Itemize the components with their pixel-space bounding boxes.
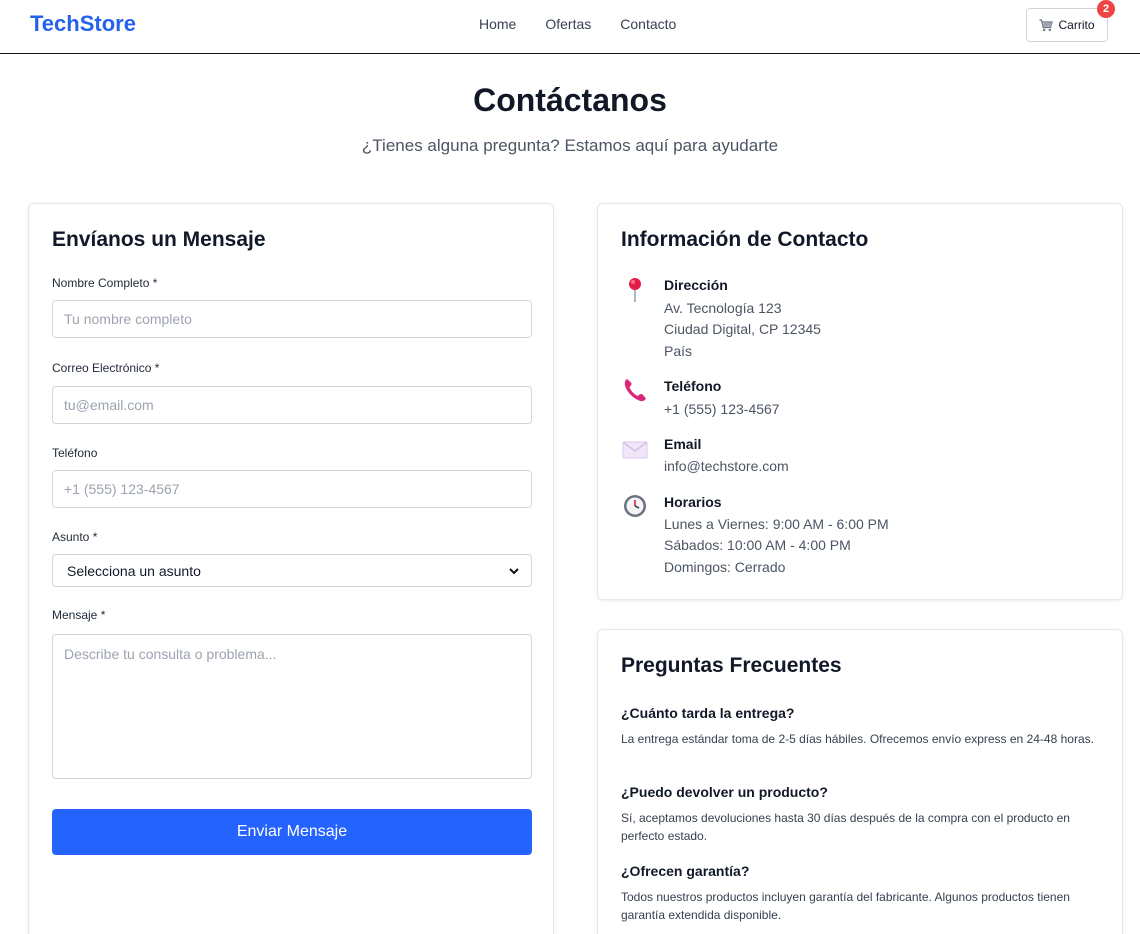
faq-answer: La entrega estándar toma de 2-5 días háb… [621,732,1094,746]
chevron-down-icon [509,568,519,575]
clock-icon [624,495,646,517]
envelope-icon [622,441,648,459]
cart-label: Carrito [1058,18,1095,32]
faq-question: ¿Puedo devolver un producto? [621,784,828,800]
faq-question: ¿Cuánto tarda la entrega? [621,705,795,721]
main-nav: Home Ofertas Contacto [479,16,676,32]
faq-answer: Sí, aceptamos devoluciones hasta 30 días… [621,811,1070,843]
faq-answer: Todos nuestros productos incluyen garant… [621,890,1070,922]
nav-link-contacto[interactable]: Contacto [620,16,676,32]
address-heading: Dirección [664,277,728,293]
contact-form-card: Envíanos un Mensaje Nombre Completo * Co… [28,203,554,934]
form-title: Envíanos un Mensaje [52,228,266,251]
faq-card: Preguntas Frecuentes ¿Cuánto tarda la en… [597,629,1123,934]
name-input[interactable] [52,300,532,338]
address-line: Av. Tecnología 123 [664,300,782,316]
hours-heading: Horarios [664,494,722,510]
page-title: Contáctanos [473,82,667,118]
cart-count-badge: 2 [1097,0,1115,18]
email-input[interactable] [52,386,532,424]
message-textarea[interactable] [52,634,532,779]
message-label: Mensaje * [52,608,106,622]
hours-line: Domingos: Cerrado [664,559,786,575]
email-address: info@techstore.com [664,458,789,474]
contact-info-card: Información de Contacto Dirección Av. Te… [597,203,1123,600]
cart-icon [1039,18,1054,31]
phone-number: +1 (555) 123-4567 [664,401,780,417]
address-line: País [664,343,693,359]
phone-label: Teléfono [52,446,98,460]
page-subtitle: ¿Tienes alguna pregunta? Estamos aquí pa… [361,136,779,155]
contact-info-title: Información de Contacto [621,228,869,251]
email-label: Correo Electrónico * [52,361,160,375]
faq-question: ¿Ofrecen garantía? [621,863,750,879]
address-line: Ciudad Digital, CP 12345 [664,321,821,337]
email-heading: Email [664,436,702,452]
faq-title: Preguntas Frecuentes [621,654,842,677]
subject-label: Asunto * [52,530,98,544]
nav-link-home[interactable]: Home [479,16,516,32]
hours-line: Lunes a Viernes: 9:00 AM - 6:00 PM [664,516,889,532]
logo[interactable]: TechStore [30,11,136,37]
subject-select[interactable]: Selecciona un asunto [52,554,532,587]
submit-button[interactable]: Enviar Mensaje [52,809,532,855]
phone-heading: Teléfono [664,378,722,394]
cart-button[interactable]: Carrito [1026,8,1108,42]
phone-icon [624,379,646,402]
navbar: TechStore Home Ofertas Contacto Carrito … [0,0,1140,54]
hours-line: Sábados: 10:00 AM - 4:00 PM [664,537,851,553]
subject-selected-value: Selecciona un asunto [67,562,201,579]
name-label: Nombre Completo * [52,276,158,290]
pin-icon [629,278,641,302]
phone-input[interactable] [52,470,532,508]
nav-link-ofertas[interactable]: Ofertas [545,16,591,32]
